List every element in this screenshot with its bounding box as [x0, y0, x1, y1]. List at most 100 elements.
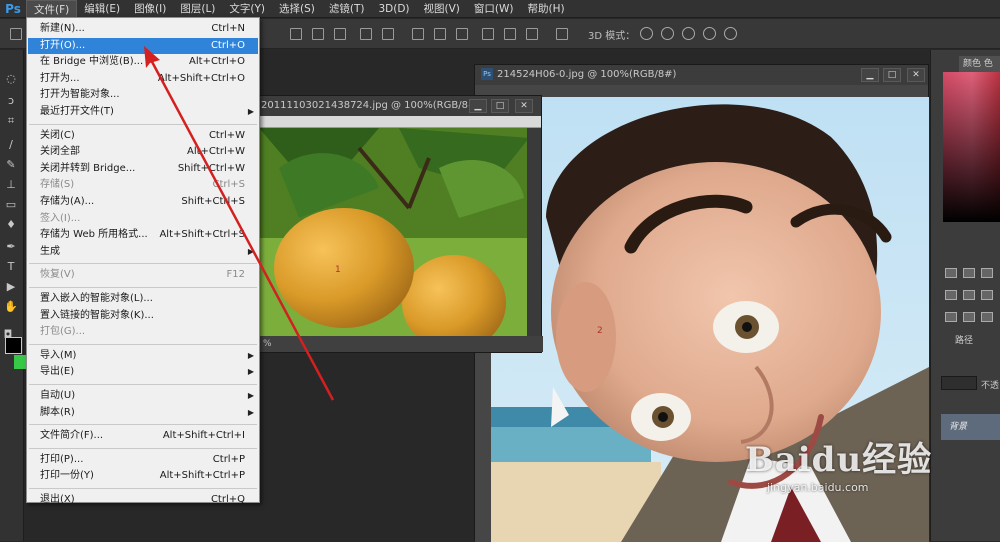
file-menu-item-label: 新建(N)...: [40, 23, 85, 34]
posterize-icon[interactable]: [963, 312, 975, 322]
file-menu-item-7[interactable]: 关闭全部 Alt+Ctrl+W: [28, 144, 258, 160]
brightness-icon[interactable]: [945, 268, 957, 278]
file-menu-item-24[interactable]: 打印一份(Y) Alt+Shift+Ctrl+P: [28, 468, 258, 484]
pen-tool-icon[interactable]: ✒: [3, 240, 19, 254]
hue-icon[interactable]: [945, 290, 957, 300]
file-menu-item-21[interactable]: 脚本(R) ▶: [28, 405, 258, 421]
3d-scale-icon[interactable]: [724, 27, 737, 40]
adjustment-icons-row-2: [945, 290, 1000, 304]
bw-icon[interactable]: [981, 290, 993, 300]
close-button[interactable]: ✕: [907, 68, 925, 82]
levels-icon[interactable]: [963, 268, 975, 278]
distribute-bottom-icon[interactable]: [456, 28, 468, 40]
file-menu-item-3[interactable]: 打开为... Alt+Shift+Ctrl+O: [28, 71, 258, 87]
menu-1[interactable]: 编辑(E): [77, 0, 127, 18]
balance-icon[interactable]: [963, 290, 975, 300]
submenu-arrow-icon: ▶: [247, 246, 254, 256]
blur-tool-icon[interactable]: ♦: [3, 218, 19, 232]
align-top-icon[interactable]: [290, 28, 302, 40]
file-menu-item-label: 打开为...: [40, 72, 80, 84]
menu-10[interactable]: 帮助(H): [521, 0, 572, 18]
file-menu-item-1[interactable]: 打开(O)... Ctrl+O: [28, 37, 258, 54]
brush-tool-icon[interactable]: ✎: [3, 158, 19, 172]
color-picker-field[interactable]: [943, 72, 1000, 222]
menu-7[interactable]: 3D(D): [371, 0, 416, 18]
file-menu-item-10[interactable]: 存储为(A)... Shift+Ctrl+S: [28, 194, 258, 210]
file-menu-item-4[interactable]: 打开为智能对象...: [28, 87, 258, 103]
file-menu-item-9: 存储(S) Ctrl+S: [28, 177, 258, 193]
file-menu-item-0[interactable]: 新建(N)... Ctrl+N: [28, 21, 258, 37]
file-menu-item-13[interactable]: 生成 ▶: [28, 244, 258, 260]
align-bottom-icon[interactable]: [334, 28, 346, 40]
file-menu-item-12[interactable]: 存储为 Web 所用格式... Alt+Shift+Ctrl+S: [28, 227, 258, 243]
file-menu-item-8[interactable]: 关闭并转到 Bridge... Shift+Ctrl+W: [28, 161, 258, 177]
auto-align-icon[interactable]: [556, 28, 568, 40]
opacity-label: 不透: [981, 381, 1000, 391]
file-menu-item-19[interactable]: 导出(E) ▶: [28, 364, 258, 380]
move-tool-icon[interactable]: [10, 28, 22, 40]
type-tool-icon[interactable]: T: [3, 260, 19, 274]
3d-orbit-icon[interactable]: [640, 27, 653, 40]
document-window-1[interactable]: 20111103021438724.jpg @ 100%(RGB/8#) ▁ □…: [258, 95, 543, 353]
file-menu-item-20[interactable]: 自动(U) ▶: [28, 388, 258, 404]
eraser-tool-icon[interactable]: ▭: [3, 198, 19, 212]
file-menu-item-15[interactable]: 置入嵌入的智能对象(L)...: [28, 291, 258, 307]
path-select-tool-icon[interactable]: ▶: [3, 280, 19, 294]
menu-6[interactable]: 滤镜(T): [322, 0, 372, 18]
menu-0[interactable]: 文件(F): [26, 0, 78, 18]
menu-3[interactable]: 图层(L): [173, 0, 222, 18]
3d-slide-icon[interactable]: [703, 27, 716, 40]
menu-separator: [29, 287, 257, 288]
distribute-left-icon[interactable]: [482, 28, 494, 40]
minimize-button[interactable]: ▁: [469, 99, 487, 113]
lasso-tool-icon[interactable]: ↄ: [3, 94, 19, 108]
menu-8[interactable]: 视图(V): [417, 0, 467, 18]
file-menu-item-18[interactable]: 导入(M) ▶: [28, 348, 258, 364]
file-menu-item-23[interactable]: 打印(P)... Ctrl+P: [28, 452, 258, 468]
minimize-button[interactable]: ▁: [861, 68, 879, 82]
distribute-top-icon[interactable]: [412, 28, 424, 40]
align-hcenter-icon[interactable]: [382, 28, 394, 40]
maximize-button[interactable]: □: [491, 99, 509, 113]
curves-icon[interactable]: [981, 268, 993, 278]
menu-9[interactable]: 窗口(W): [467, 0, 521, 18]
blend-mode-dropdown[interactable]: [941, 376, 977, 390]
menu-5[interactable]: 选择(S): [272, 0, 322, 18]
menu-2[interactable]: 图像(I): [127, 0, 173, 18]
paths-panel-tab[interactable]: 路径: [949, 334, 1000, 348]
align-left-icon[interactable]: [360, 28, 372, 40]
file-menu-item-16[interactable]: 置入链接的智能对象(K)...: [28, 308, 258, 324]
background-color-swatch[interactable]: [14, 355, 26, 369]
3d-roll-icon[interactable]: [661, 27, 674, 40]
file-menu-item-shortcut: Alt+Ctrl+W: [187, 146, 245, 158]
document-1-canvas[interactable]: 1: [259, 128, 529, 336]
marquee-tool-icon[interactable]: ◌: [3, 72, 19, 86]
file-menu-item-shortcut: Alt+Shift+Ctrl+P: [159, 470, 245, 482]
hand-tool-icon[interactable]: ✋: [3, 300, 19, 314]
align-vcenter-icon[interactable]: [312, 28, 324, 40]
eyedropper-tool-icon[interactable]: ∕: [3, 138, 19, 152]
file-menu-item-22[interactable]: 文件简介(F)... Alt+Shift+Ctrl+I: [28, 428, 258, 444]
foreground-color-swatch[interactable]: [5, 337, 22, 354]
background-layer[interactable]: 背景: [941, 414, 1000, 440]
maximize-button[interactable]: □: [883, 68, 901, 82]
file-menu-item-label: 置入链接的智能对象(K)...: [40, 309, 154, 321]
watermark-logo: Baidu经验: [745, 440, 933, 480]
stamp-tool-icon[interactable]: ⊥: [3, 178, 19, 192]
distribute-right-icon[interactable]: [526, 28, 538, 40]
file-menu-item-2[interactable]: 在 Bridge 中浏览(B)... Alt+Ctrl+O: [28, 54, 258, 70]
close-button[interactable]: ✕: [515, 99, 533, 113]
distribute-hcenter-icon[interactable]: [504, 28, 516, 40]
distribute-vcenter-icon[interactable]: [434, 28, 446, 40]
file-menu-item-6[interactable]: 关闭(C) Ctrl+W: [28, 128, 258, 144]
threshold-icon[interactable]: [981, 312, 993, 322]
menu-4[interactable]: 文字(Y): [222, 0, 272, 18]
color-panel-tab[interactable]: 颜色 色板: [959, 56, 1000, 85]
file-menu-item-5[interactable]: 最近打开文件(T) ▶: [28, 104, 258, 120]
crop-tool-icon[interactable]: ⌗: [3, 114, 19, 128]
document-1-status: %: [259, 336, 543, 352]
3d-pan-icon[interactable]: [682, 27, 695, 40]
file-menu-item-25[interactable]: 退出(X) Ctrl+Q: [28, 492, 258, 508]
invert-icon[interactable]: [945, 312, 957, 322]
vertical-scrollbar[interactable]: [527, 128, 541, 338]
